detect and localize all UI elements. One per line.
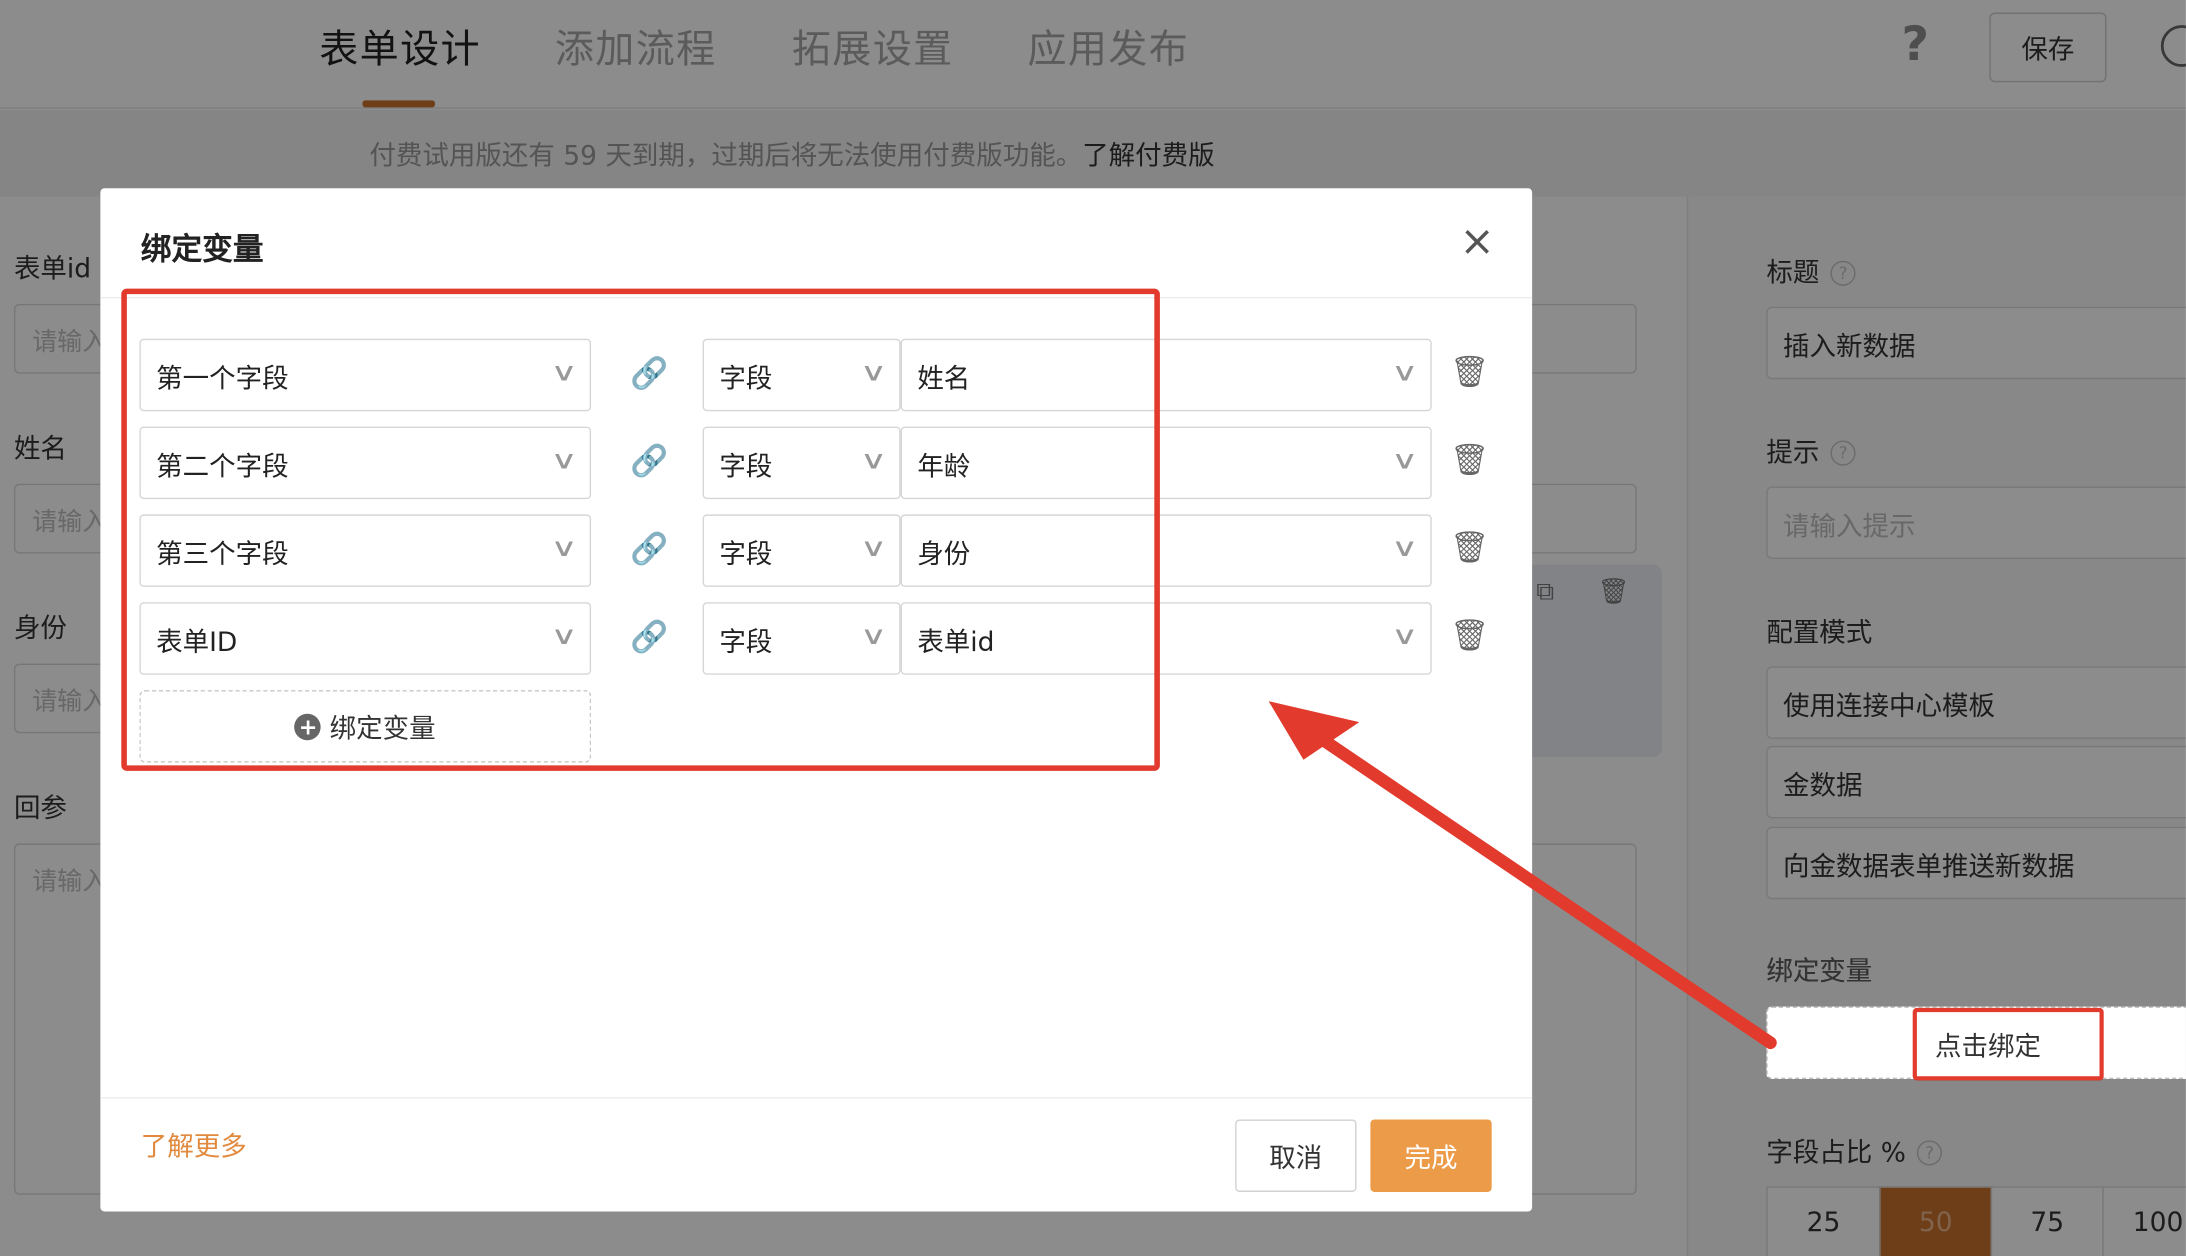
trash-icon[interactable]: 🗑 xyxy=(1450,355,1489,390)
chevron-down-icon: ∨ xyxy=(1390,358,1419,388)
chevron-down-icon: ∨ xyxy=(1390,533,1419,564)
dialog-footer-divider xyxy=(100,1097,1533,1099)
close-icon[interactable]: × xyxy=(1460,221,1495,264)
chevron-down-icon: ∨ xyxy=(1390,621,1419,652)
annotation-box-bind-button-top xyxy=(1912,1007,2104,1081)
annotation-box-bindings xyxy=(121,288,1160,771)
bind-variable-dialog: 绑定变量 × 第一个字段 ∨ 🔗 字段 ∨ 姓名 ∨ 🗑 第二个字段 ∨ 🔗 字段 ∨ 年… xyxy=(100,188,1533,1212)
chevron-down-icon: ∨ xyxy=(1390,446,1419,476)
page: 表单设计 添加流程 拓展设置 应用发布 ? 保存 付费试用版还有 59 天到期，… xyxy=(0,0,2186,1256)
trash-icon[interactable]: 🗑 xyxy=(1450,443,1489,478)
cancel-button[interactable]: 取消 xyxy=(1235,1119,1357,1192)
learn-more-link[interactable]: 了解更多 xyxy=(141,1126,247,1164)
trash-icon[interactable]: 🗑 xyxy=(1450,531,1489,566)
prop-bind-label-highlighted: 绑定变量 xyxy=(1766,956,1873,988)
done-button[interactable]: 完成 xyxy=(1370,1119,1492,1192)
trash-icon[interactable]: 🗑 xyxy=(1450,619,1489,654)
dialog-title: 绑定变量 xyxy=(140,232,264,268)
